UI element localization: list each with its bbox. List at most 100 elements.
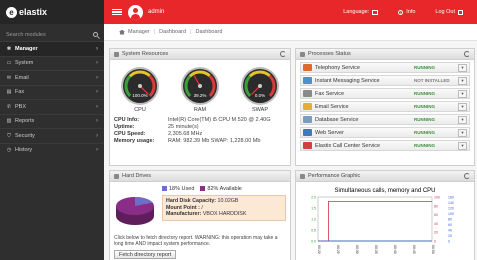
plot-area xyxy=(317,196,433,242)
y-tick-left: 0.5 xyxy=(311,229,316,233)
refresh-icon[interactable] xyxy=(280,51,286,57)
gauge-cpu: 100.0% CPU xyxy=(120,66,160,113)
y-tick-right: 20 xyxy=(434,231,438,235)
y-tick-right-2: 80 xyxy=(448,218,452,222)
logout-icon xyxy=(458,9,463,15)
service-name: Elastix Call Center Service xyxy=(315,142,381,149)
username[interactable]: admin xyxy=(148,9,164,15)
y-tick-right: 0 xyxy=(434,240,436,244)
search-input[interactable]: Search modules xyxy=(6,32,46,38)
sidebar-item-email[interactable]: ✉ Email › xyxy=(0,70,104,85)
panel-icon xyxy=(300,173,305,179)
y-tick-right: 100 xyxy=(434,196,440,200)
legend-available: 82% Available xyxy=(200,186,242,192)
envelope-icon: ✉ xyxy=(6,74,12,81)
info-key: Uptime: xyxy=(114,124,135,131)
flag-icon[interactable] xyxy=(372,9,379,15)
chevron-right-icon: › xyxy=(96,118,98,125)
info-row: Uptime: 25 minute(s) xyxy=(114,124,290,131)
y-tick-right-2: 40 xyxy=(448,229,452,233)
gauge-label: CPU xyxy=(134,107,146,113)
service-status: RUNNING xyxy=(414,91,435,96)
sidebar-item-label: Security xyxy=(15,132,35,139)
sidebar-item-security[interactable]: ⛉ Security › xyxy=(0,128,104,143)
sidebar-item-reports[interactable]: ▥ Reports › xyxy=(0,113,104,129)
info-key: CPU Speed: xyxy=(114,130,146,137)
service-name: Database Service xyxy=(315,116,359,123)
service-icon xyxy=(303,90,312,97)
service-name: Instant Messaging Service xyxy=(315,77,380,84)
service-status: RUNNING xyxy=(414,104,435,109)
y-tick-left: 2.0 xyxy=(311,196,316,200)
sidebar-item-label: Reports xyxy=(15,118,35,125)
refresh-icon[interactable] xyxy=(464,173,470,179)
disk-usage-pie xyxy=(114,186,156,230)
sidebar-item-label: Email xyxy=(15,74,29,81)
menu-toggle-icon[interactable] xyxy=(112,8,122,16)
service-icon xyxy=(303,129,312,136)
service-status: RUNNING xyxy=(414,117,435,122)
monitor-icon: ▭ xyxy=(6,60,12,67)
chart-icon: ▥ xyxy=(6,118,12,125)
fetch-warning-text: Click below to fetch directory report. W… xyxy=(114,235,278,247)
y-tick-right-2: 0 xyxy=(448,240,450,244)
sidebar-item-pbx[interactable]: ✆ PBX › xyxy=(0,99,104,114)
printer-icon: ▤ xyxy=(6,89,12,96)
chevron-right-icon: › xyxy=(96,45,98,52)
fetch-directory-report-button[interactable]: Fetch directory report xyxy=(114,250,177,259)
gear-icon: ✱ xyxy=(6,45,12,52)
breadcrumb-item: Dashboard xyxy=(195,29,223,35)
info-value: 2,305.68 MHz xyxy=(168,130,203,137)
y-tick-right-2: 160 xyxy=(448,196,454,200)
panel-icon xyxy=(300,51,305,57)
chevron-right-icon: › xyxy=(96,132,98,139)
panel-title: Hard Drives xyxy=(122,173,152,179)
breadcrumb-item[interactable]: Manager xyxy=(128,29,150,35)
y-tick-left: 1.5 xyxy=(311,207,316,211)
info-link[interactable]: i Info xyxy=(398,9,415,15)
logo[interactable]: e elastix xyxy=(0,0,104,24)
logout-label: Log Out xyxy=(435,9,455,15)
language-selector[interactable]: Language: xyxy=(343,9,379,15)
service-menu-button[interactable]: ▾ xyxy=(458,115,467,124)
gauge-label: RAM xyxy=(193,107,207,113)
info-row: Memory usage: RAM: 982.39 Mb SWAP: 1,228.… xyxy=(114,137,290,144)
service-name: Email Service xyxy=(315,103,349,110)
breadcrumb-item[interactable]: Dashboard xyxy=(159,29,186,35)
service-menu-button[interactable]: ▾ xyxy=(458,102,467,111)
avatar[interactable] xyxy=(128,4,143,20)
topbar: admin Language: i Info Log Out xyxy=(104,0,477,24)
service-menu-button[interactable]: ▾ xyxy=(458,63,467,72)
x-tick: 00:45 xyxy=(412,245,416,254)
panel-icon xyxy=(114,173,119,179)
service-status: RUNNING xyxy=(414,143,435,148)
service-icon xyxy=(303,116,312,123)
search-icon[interactable] xyxy=(93,32,98,37)
service-icon xyxy=(303,103,312,110)
home-icon[interactable] xyxy=(119,29,125,35)
sidebar-item-system[interactable]: ▭ System › xyxy=(0,55,104,71)
sidebar: e elastix Search modules ✱ Manager › ▭ Syste… xyxy=(0,0,104,260)
service-menu-button[interactable]: ▾ xyxy=(458,128,467,137)
clock-icon: ◷ xyxy=(6,147,12,154)
y-tick-right-2: 20 xyxy=(448,234,452,238)
sidebar-item-manager[interactable]: ✱ Manager › xyxy=(0,41,104,56)
gauge-label: SWAP xyxy=(252,107,268,113)
sidebar-item-history[interactable]: ◷ History › xyxy=(0,142,104,158)
logout-link[interactable]: Log Out xyxy=(435,9,463,15)
logo-mark: e xyxy=(6,6,17,18)
service-menu-button[interactable]: ▾ xyxy=(458,141,467,150)
refresh-icon[interactable] xyxy=(464,51,470,57)
disk-legend: 18% Used 82% Available xyxy=(162,186,286,192)
panel-header: Performance Graphic xyxy=(296,171,474,182)
shield-icon: ⛉ xyxy=(7,132,11,139)
sidebar-item-fax[interactable]: ▤ Fax › xyxy=(0,84,104,100)
mount-value: / xyxy=(201,204,203,211)
sidebar-item-label: Manager xyxy=(15,45,38,52)
process-row: Telephony Service RUNNING ▾ xyxy=(300,62,470,73)
service-menu-button[interactable]: ▾ xyxy=(458,76,467,85)
gauges: 100.0% CPU 39.2% RAM 0.0% SWAP xyxy=(110,60,290,113)
service-menu-button[interactable]: ▾ xyxy=(458,89,467,98)
search-modules[interactable]: Search modules xyxy=(0,28,104,41)
service-name: Fax Service xyxy=(315,90,345,97)
